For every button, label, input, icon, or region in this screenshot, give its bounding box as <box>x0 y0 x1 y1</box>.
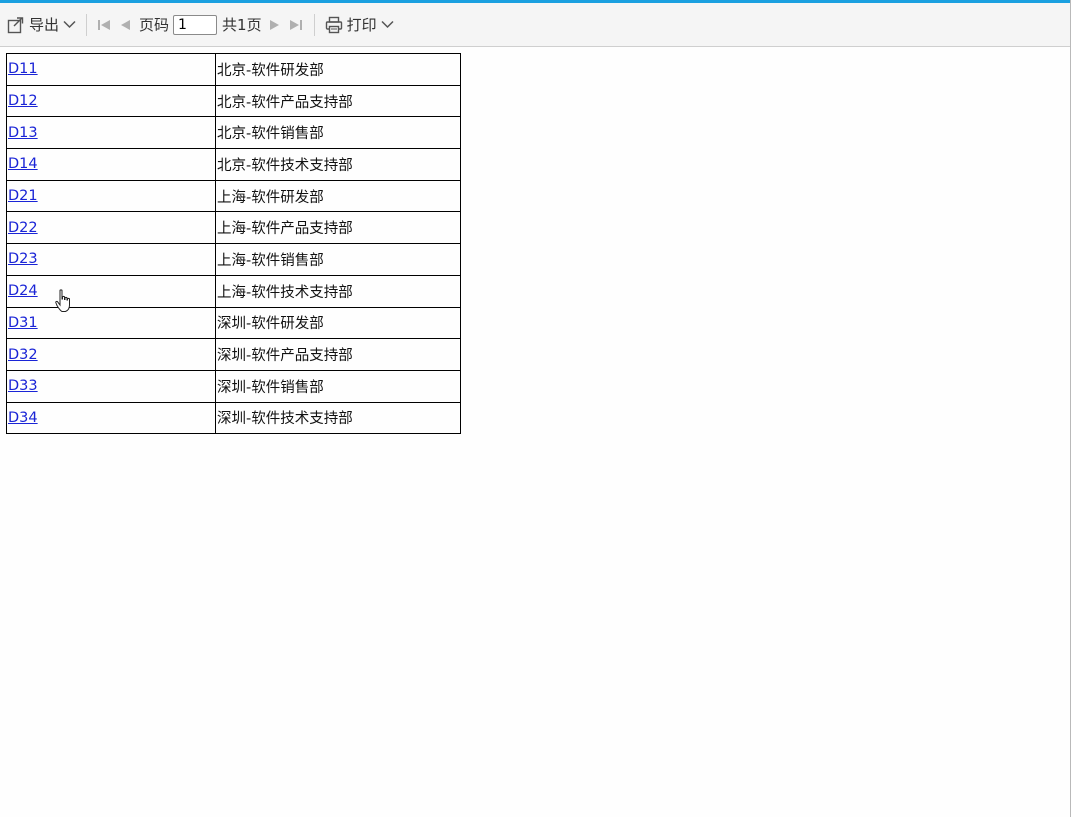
code-cell: D23 <box>6 243 216 276</box>
code-cell: D31 <box>6 306 216 340</box>
code-cell: D32 <box>6 338 216 371</box>
page-number-input[interactable] <box>173 14 218 35</box>
code-cell: D21 <box>6 179 216 213</box>
table-row: D34 深圳-软件技术支持部 <box>6 401 461 435</box>
department-name-cell: 北京-软件研发部 <box>215 53 461 86</box>
print-label: 打印 <box>346 16 377 34</box>
table-row: D24 上海-软件技术支持部 <box>6 274 461 308</box>
export-icon <box>7 16 25 34</box>
department-table: D11 北京-软件研发部 D12 北京-软件产品支持部 D13 北京-软件销售部 D14 北京… <box>6 53 461 435</box>
page-label: 页码 <box>139 16 170 34</box>
code-cell: D24 <box>6 274 216 308</box>
department-name-cell: 上海-软件产品支持部 <box>215 211 461 245</box>
toolbar-divider <box>86 13 88 36</box>
code-cell: D33 <box>6 369 216 403</box>
prev-page-icon[interactable] <box>118 18 132 32</box>
toolbar-divider <box>313 13 315 36</box>
table-row: D14 北京-软件技术支持部 <box>6 148 461 181</box>
department-name-cell: 北京-软件技术支持部 <box>215 148 461 181</box>
department-name-cell: 深圳-软件研发部 <box>215 306 461 340</box>
chevron-down-icon <box>381 18 394 31</box>
table-row: D13 北京-软件销售部 <box>6 116 461 150</box>
toolbar: 导出 页码 共1页 <box>0 3 1070 47</box>
department-code-link[interactable]: D12 <box>8 93 38 109</box>
chevron-down-icon <box>63 18 76 31</box>
department-code-link[interactable]: D33 <box>8 378 38 394</box>
department-code-link[interactable]: D31 <box>8 315 38 331</box>
table-row: D31 深圳-软件研发部 <box>6 306 461 340</box>
department-name-cell: 上海-软件技术支持部 <box>215 274 461 308</box>
report-viewer-window: 导出 页码 共1页 <box>0 0 1071 817</box>
last-page-icon[interactable] <box>289 18 303 32</box>
department-code-link[interactable]: D23 <box>8 251 38 267</box>
code-cell: D14 <box>6 148 216 181</box>
department-code-link[interactable]: D24 <box>8 283 38 299</box>
department-name-cell: 上海-软件研发部 <box>215 179 461 213</box>
export-label: 导出 <box>29 16 60 34</box>
table-row: D22 上海-软件产品支持部 <box>6 211 461 245</box>
department-code-link[interactable]: D34 <box>8 410 38 426</box>
code-cell: D22 <box>6 211 216 245</box>
next-page-icon[interactable] <box>268 18 282 32</box>
department-code-link[interactable]: D14 <box>8 156 38 172</box>
department-code-link[interactable]: D13 <box>8 125 38 141</box>
printer-icon <box>325 16 343 34</box>
department-name-cell: 上海-软件销售部 <box>215 243 461 276</box>
department-code-link[interactable]: D32 <box>8 347 38 363</box>
table-row: D12 北京-软件产品支持部 <box>6 84 461 118</box>
code-cell: D12 <box>6 84 216 118</box>
hand-pointer-cursor-icon <box>55 289 73 313</box>
print-button[interactable]: 打印 <box>325 11 394 39</box>
department-code-link[interactable]: D22 <box>8 220 38 236</box>
department-code-link[interactable]: D11 <box>8 61 38 77</box>
table-row: D21 上海-软件研发部 <box>6 179 461 213</box>
department-name-cell: 深圳-软件产品支持部 <box>215 338 461 371</box>
code-cell: D34 <box>6 401 216 435</box>
table-row: D32 深圳-软件产品支持部 <box>6 338 461 371</box>
first-page-icon[interactable] <box>97 18 111 32</box>
total-pages-label: 共1页 <box>222 16 262 34</box>
table-row: D11 北京-软件研发部 <box>6 53 461 86</box>
department-name-cell: 北京-软件销售部 <box>215 116 461 150</box>
department-name-cell: 深圳-软件技术支持部 <box>215 401 461 435</box>
code-cell: D13 <box>6 116 216 150</box>
code-cell: D11 <box>6 53 216 86</box>
export-button[interactable]: 导出 <box>7 11 76 39</box>
department-code-link[interactable]: D21 <box>8 188 38 204</box>
department-name-cell: 深圳-软件销售部 <box>215 369 461 403</box>
table-row: D23 上海-软件销售部 <box>6 243 461 276</box>
department-name-cell: 北京-软件产品支持部 <box>215 84 461 118</box>
table-row: D33 深圳-软件销售部 <box>6 369 461 403</box>
